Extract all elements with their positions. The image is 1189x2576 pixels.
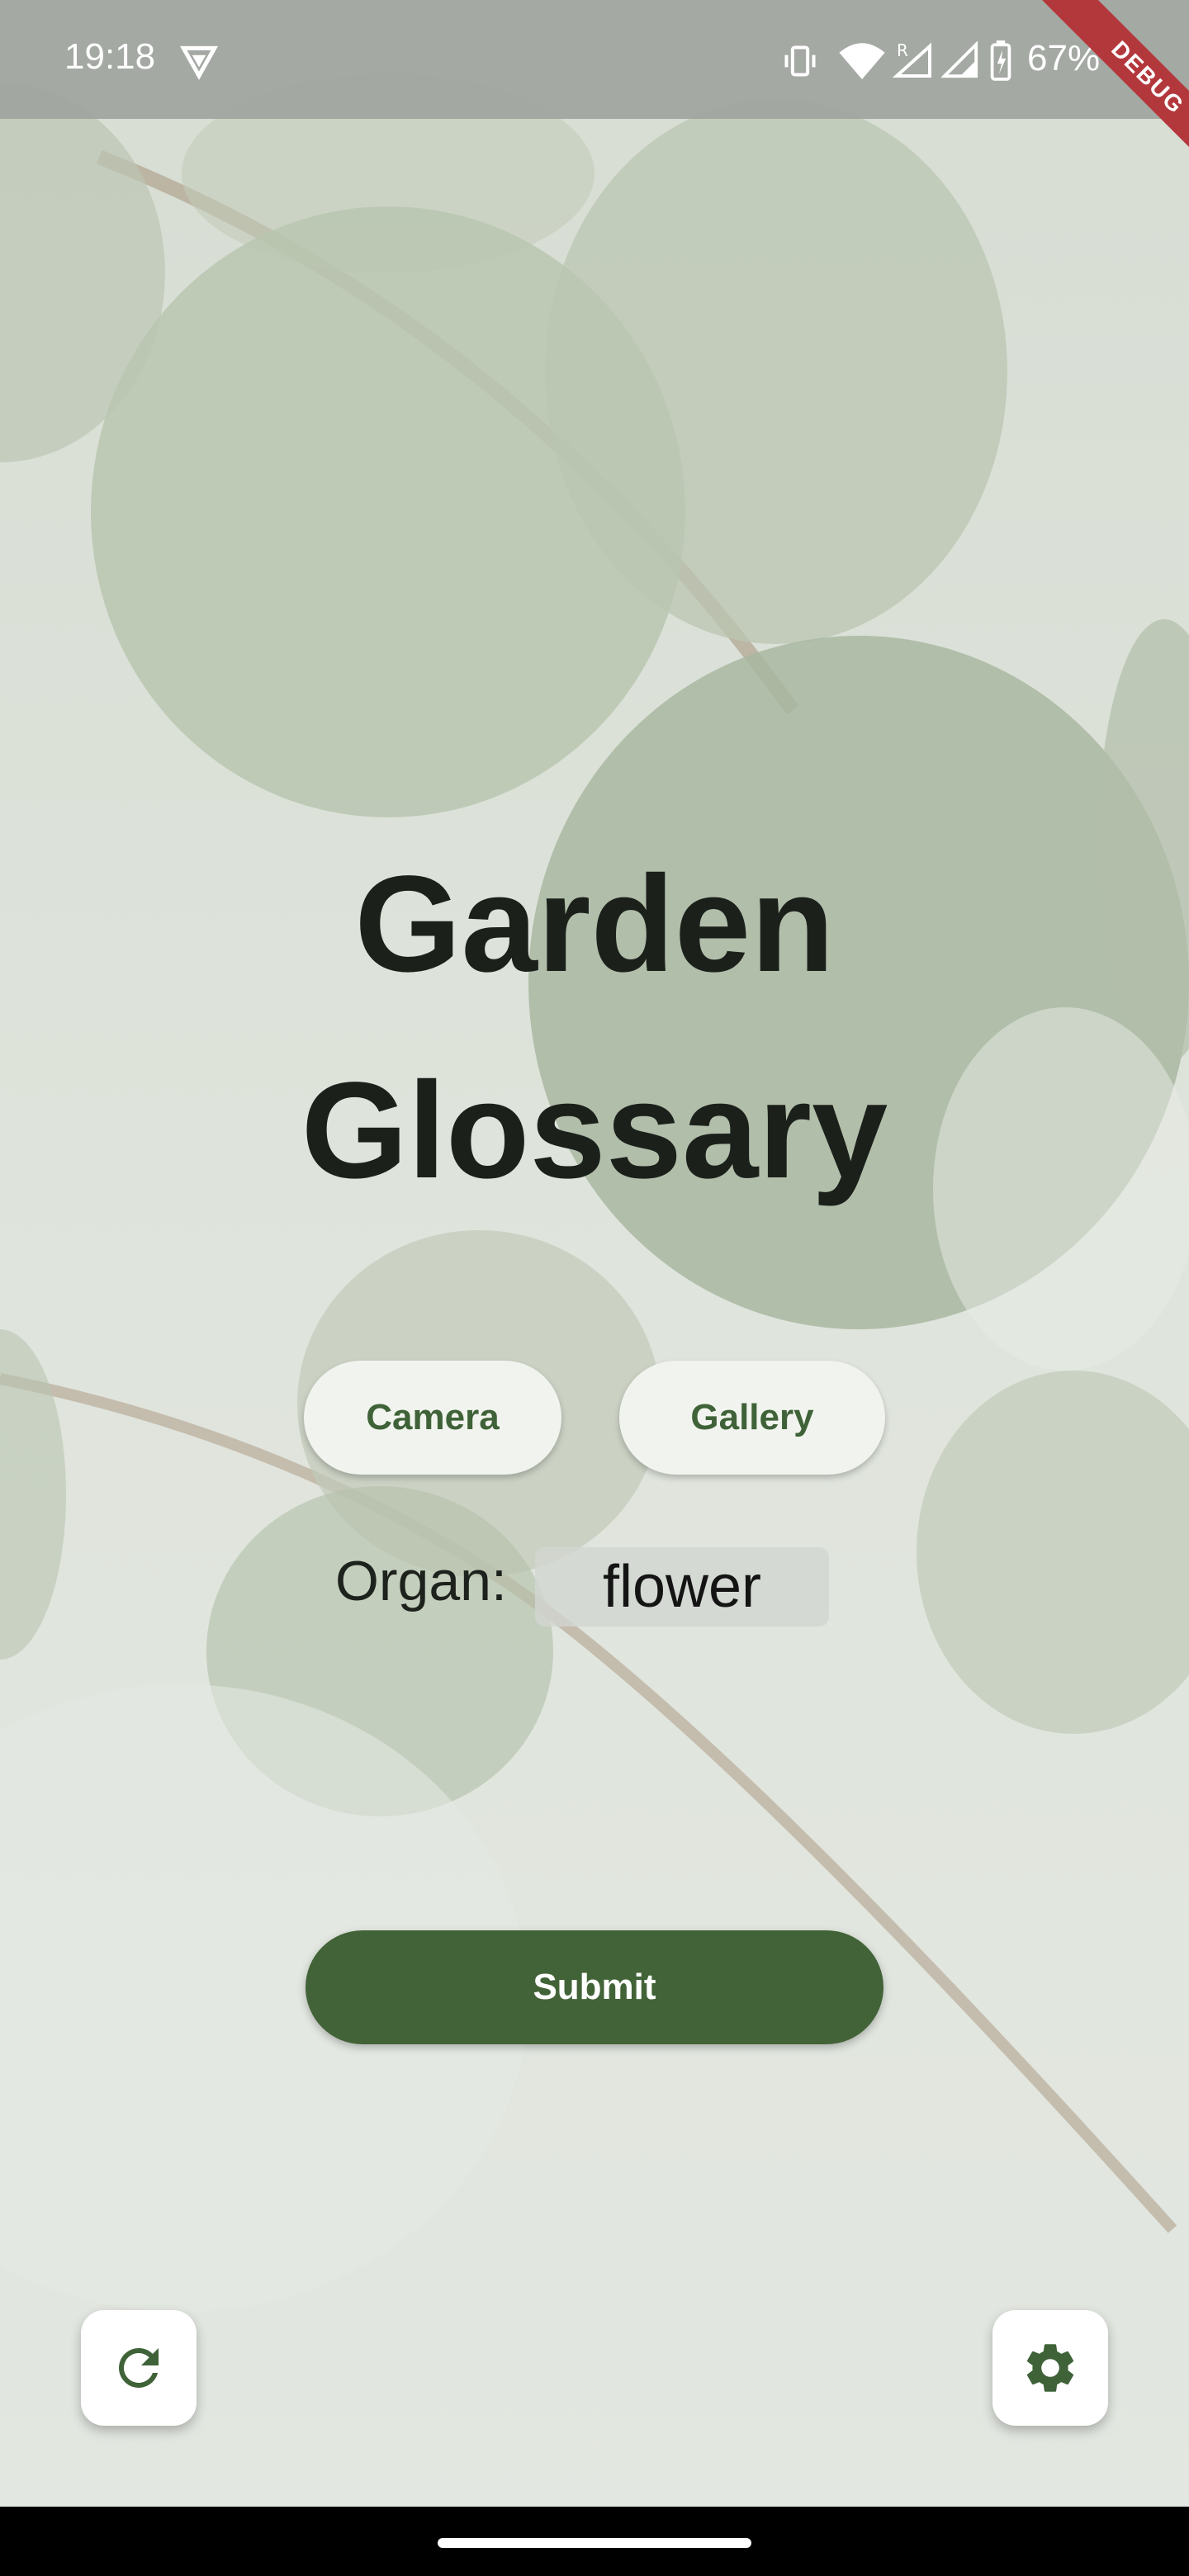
refresh-icon [118, 2348, 159, 2388]
wifi-icon [839, 43, 885, 79]
refresh-button[interactable] [81, 2310, 197, 2426]
camera-button[interactable]: Camera [304, 1361, 561, 1475]
vpn-icon [179, 45, 219, 80]
home-indicator[interactable] [438, 2538, 751, 2548]
organ-dropdown[interactable]: flower [535, 1547, 829, 1627]
eucalyptus-background-image [0, 0, 1189, 2576]
status-time: 19:18 [64, 36, 156, 77]
vibrate-icon [784, 45, 816, 77]
app-title: Garden Glossary [0, 822, 1189, 1234]
svg-text:R: R [897, 40, 908, 60]
app-title-line2: Glossary [301, 1054, 888, 1207]
cellular-icon [941, 41, 978, 78]
submit-button[interactable]: Submit [306, 1930, 883, 2044]
gear-icon [1026, 2344, 1074, 2392]
cellular-roaming-icon: R [892, 40, 931, 78]
battery-charging-icon [990, 40, 1011, 81]
settings-button[interactable] [992, 2310, 1108, 2426]
gallery-button[interactable]: Gallery [619, 1361, 885, 1475]
organ-label: Organ: [335, 1550, 507, 1612]
app-title-line1: Garden [354, 848, 835, 1001]
